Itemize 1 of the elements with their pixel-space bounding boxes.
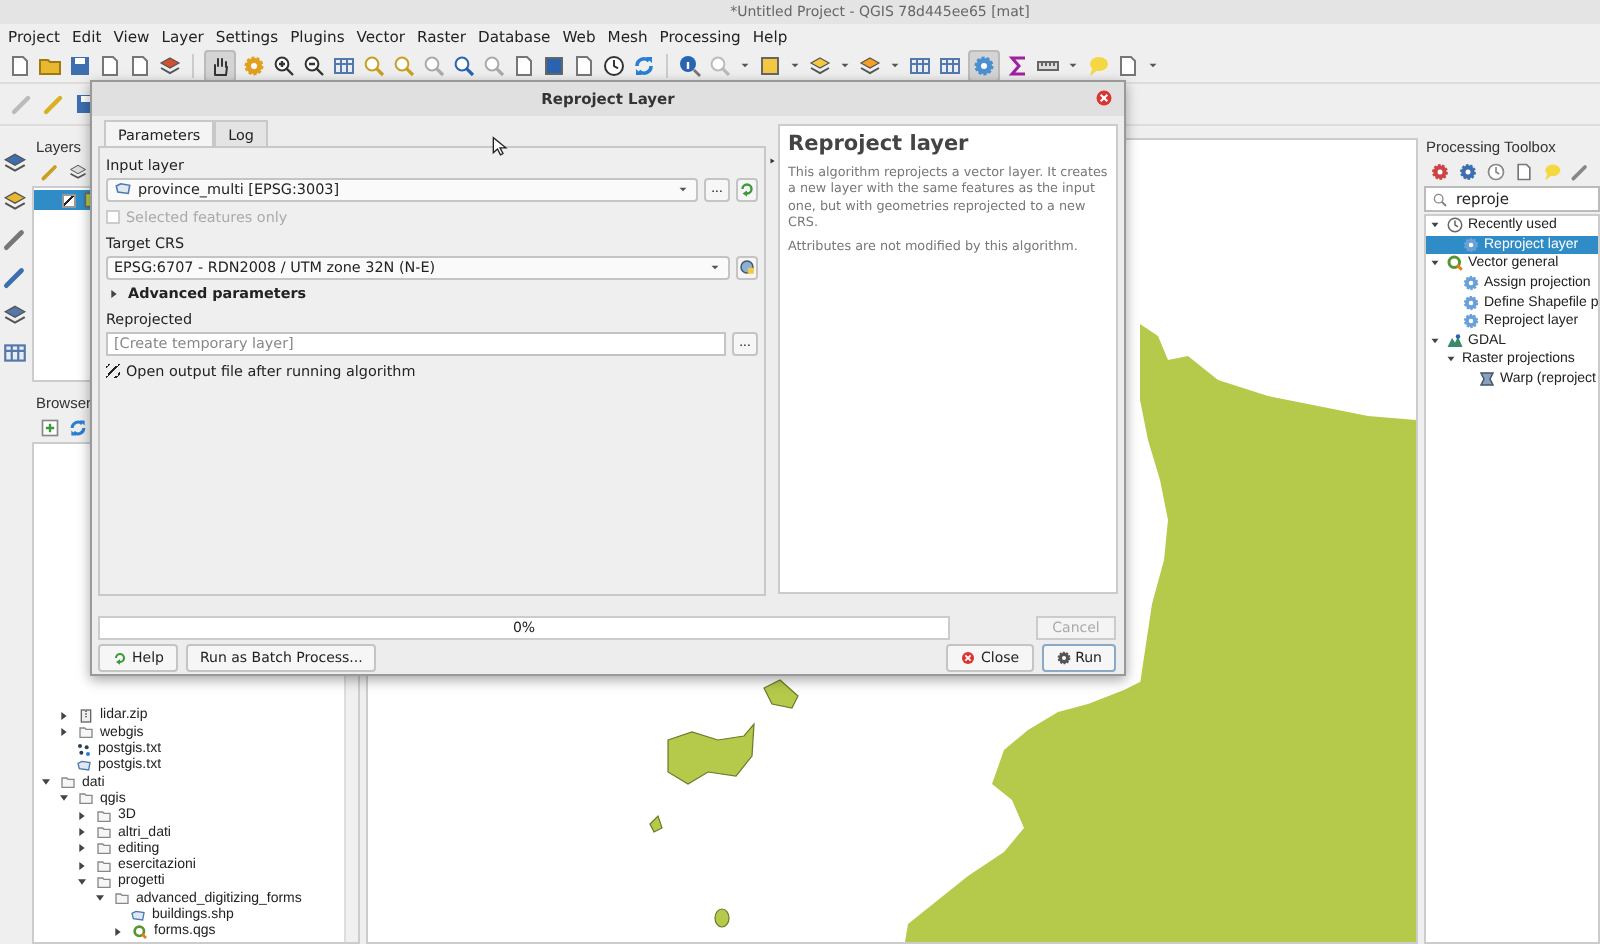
- help-title: Reproject layer: [788, 132, 971, 156]
